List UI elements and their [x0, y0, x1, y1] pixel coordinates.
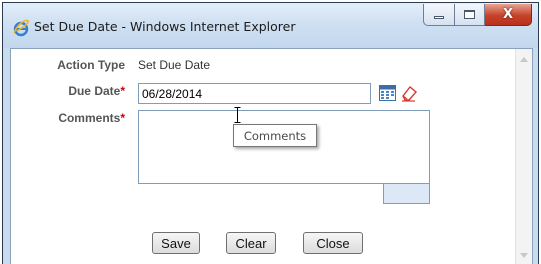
save-button[interactable]: Save	[152, 232, 200, 254]
due-date-label-text: Due Date	[68, 84, 121, 98]
browser-window: Set Due Date - Windows Internet Explorer…	[2, 2, 539, 264]
comments-tooltip: Comments	[233, 124, 317, 147]
required-marker: *	[120, 111, 125, 125]
action-type-label: Action Type	[57, 58, 125, 72]
minimize-button[interactable]	[423, 4, 455, 26]
window-controls: X	[423, 4, 532, 26]
action-type-value: Set Due Date	[138, 58, 211, 72]
window-title: Set Due Date - Windows Internet Explorer	[34, 19, 296, 34]
comments-label: Comments*	[26, 111, 125, 125]
vertical-scrollbar[interactable]	[515, 49, 532, 264]
scroll-up-icon[interactable]	[520, 57, 528, 62]
clear-button[interactable]: Clear	[226, 232, 276, 254]
comments-label-text: Comments	[58, 111, 121, 125]
text-cursor-icon	[234, 107, 241, 123]
minimize-icon	[434, 16, 444, 19]
required-marker: *	[120, 84, 125, 98]
textarea-resize-handle[interactable]	[383, 183, 430, 204]
maximize-button[interactable]	[455, 4, 485, 26]
due-date-label: Due Date*	[26, 84, 125, 98]
scroll-down-icon[interactable]	[520, 253, 528, 258]
dialog-content: Action Type Set Due Date Due Date* Comme…	[10, 48, 533, 264]
comments-textarea[interactable]	[138, 110, 430, 184]
due-date-input[interactable]	[138, 83, 371, 104]
close-button[interactable]: Close	[303, 232, 363, 254]
calendar-icon[interactable]	[379, 85, 396, 101]
internet-explorer-icon	[13, 19, 29, 37]
close-icon: X	[502, 7, 514, 22]
maximize-icon	[464, 10, 475, 19]
close-window-button[interactable]: X	[485, 4, 532, 26]
eraser-icon[interactable]	[400, 84, 418, 102]
title-bar[interactable]: Set Due Date - Windows Internet Explorer…	[3, 3, 538, 48]
